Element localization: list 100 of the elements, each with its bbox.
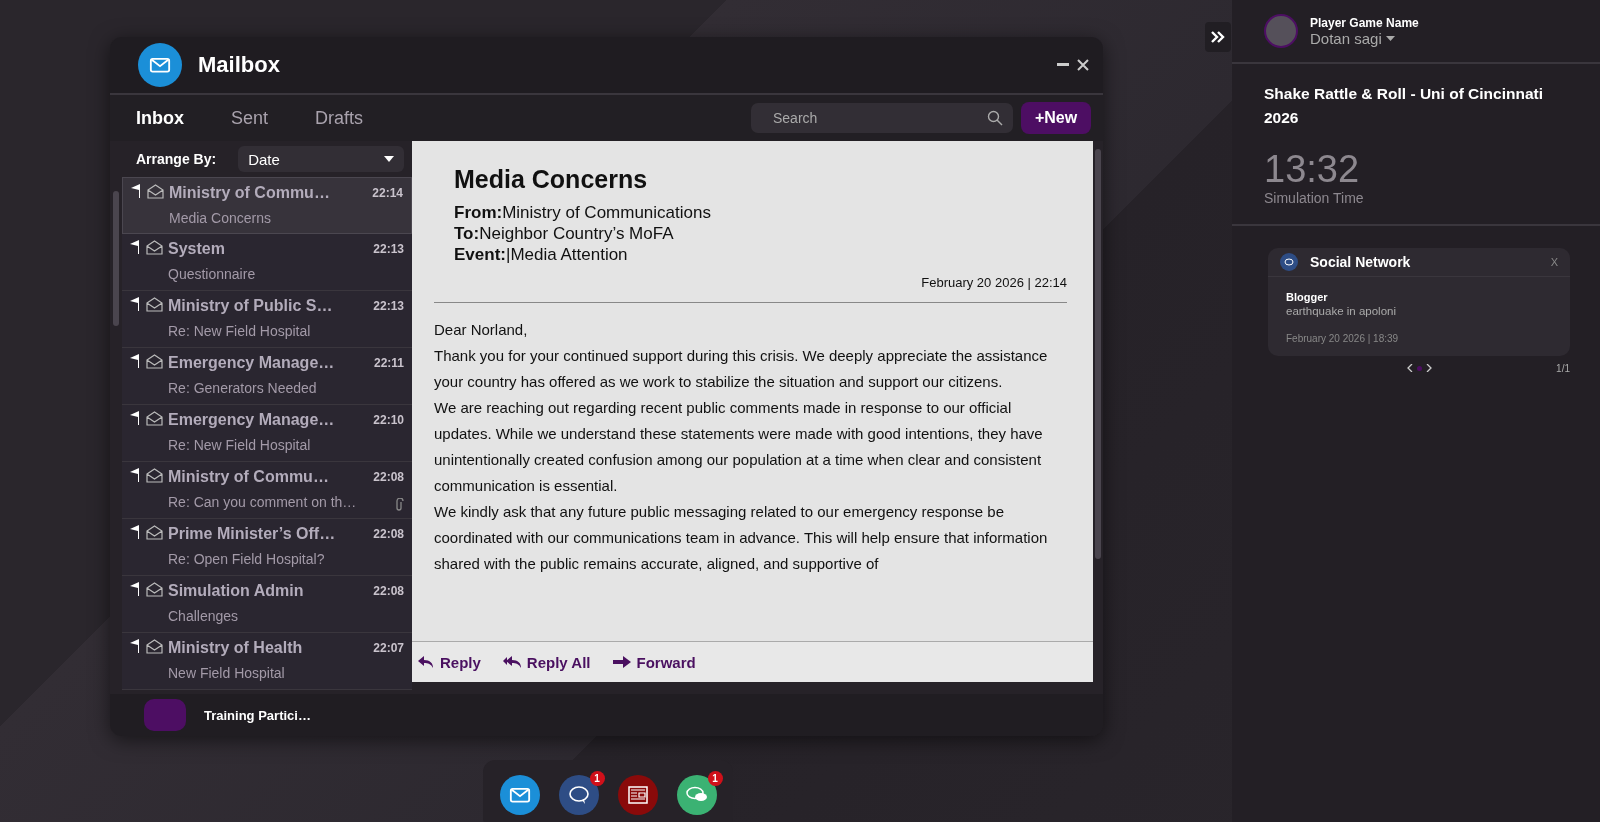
message-subject: Re: Can you comment on th… <box>168 494 358 512</box>
open-envelope-icon <box>146 639 163 654</box>
event-line: Event:|Media Attention <box>454 244 629 265</box>
folder-tab[interactable]: Sent <box>231 101 292 135</box>
simulation-time-label: Simulation Time <box>1232 190 1600 226</box>
participant-avatar <box>144 699 186 731</box>
message-sender: Ministry of Public S… <box>168 297 334 316</box>
flag-icon <box>130 525 140 539</box>
reply-all-button[interactable]: Reply All <box>502 653 591 671</box>
message-sender: Prime Minister’s Off… <box>168 525 337 544</box>
message-list-item[interactable]: Emergency Manage… 22:10 Re: New Field Hospital <box>122 405 412 462</box>
open-envelope-icon <box>146 468 163 483</box>
message-paragraph: We kindly ask that any future public messaging related to our emergency response be coordinated with our communications team in advance. This will help ensure that information shared with the public remains accurate, aligned, and supportive of <box>434 502 1049 574</box>
message-paragraph: Thank you for your continued support during this crisis. We deeply appreciate the assistance your country has offered as we work to stabilize the situation and support our citizens. <box>434 346 1049 392</box>
message-paragraph: Dear Norland, <box>434 320 529 340</box>
flag-icon <box>130 411 140 425</box>
message-title: Media Concerns <box>454 165 649 194</box>
message-sender: Ministry of Commu… <box>169 184 331 203</box>
open-envelope-icon <box>146 297 163 312</box>
scrollbar-thumb[interactable] <box>113 191 119 326</box>
message-subject: Questionnaire <box>168 266 257 284</box>
message-list-item[interactable]: Emergency Manage… 22:11 Re: Generators Needed <box>122 348 412 405</box>
message-list-item[interactable]: Simulation Admin 22:08 Challenges <box>122 576 412 633</box>
message-subject: Media Concerns <box>169 210 272 228</box>
flag-icon <box>130 639 140 653</box>
forward-arrow-icon <box>612 656 631 668</box>
flag-icon <box>130 582 140 596</box>
close-icon[interactable] <box>1077 59 1089 71</box>
simulation-clock: 13:32 <box>1263 147 1361 190</box>
close-button[interactable]: X <box>1550 256 1558 268</box>
flag-icon <box>130 468 140 482</box>
message-subject: Challenges <box>168 608 240 626</box>
message-time: 22:07 <box>372 640 404 657</box>
caret-icon <box>384 156 394 162</box>
message-time: 22:11 <box>372 355 404 372</box>
message-time: 22:13 <box>372 241 404 258</box>
arrange-by-dropdown[interactable]: Date <box>238 146 404 172</box>
notification-title: Social Network <box>1310 254 1412 270</box>
message-time: 22:14 <box>371 185 403 202</box>
message-sender: System <box>168 240 226 259</box>
message-subject: Re: Generators Needed <box>168 380 318 398</box>
reply-arrow-icon <box>418 656 434 668</box>
minimize-icon[interactable] <box>1057 63 1069 67</box>
open-envelope-icon <box>146 411 163 426</box>
page-count: 1/1 <box>1556 362 1570 374</box>
message-time: 22:13 <box>372 298 404 315</box>
message-sender: Emergency Manage… <box>168 354 336 373</box>
scrollbar-thumb[interactable] <box>1095 149 1101 559</box>
message-sender: Ministry of Commu… <box>168 468 330 487</box>
message-sender: Emergency Manage… <box>168 411 336 430</box>
flag-icon <box>130 240 140 254</box>
message-list-item[interactable]: Ministry of Public S… 22:13 Re: New Field Hospital <box>122 291 412 348</box>
double-chevron-icon <box>1211 31 1225 43</box>
participant-name: Training Partici… <box>204 707 311 723</box>
expand-button[interactable] <box>1205 22 1231 52</box>
chevron-right-icon[interactable] <box>1425 364 1432 372</box>
forward-button[interactable]: Forward <box>612 653 696 671</box>
folder-tab[interactable]: Inbox <box>136 101 207 135</box>
newspaper-icon <box>627 786 648 804</box>
mail-app-button[interactable] <box>499 775 540 815</box>
caret-icon <box>1385 35 1395 41</box>
chevron-left-icon[interactable] <box>1406 364 1413 372</box>
message-time: 22:08 <box>372 526 404 543</box>
message-date: February 20 2026 | 22:14 <box>920 275 1067 290</box>
speech-bubble-icon <box>567 785 590 805</box>
open-envelope-icon <box>146 582 163 597</box>
news-app-button[interactable] <box>617 775 658 815</box>
message-subject: Re: New Field Hospital <box>168 323 312 341</box>
open-envelope-icon <box>146 525 163 540</box>
reply-button[interactable]: Reply <box>418 653 481 671</box>
arrange-by-label: Arrange By: <box>136 151 217 167</box>
social-network-app-button[interactable] <box>558 775 599 815</box>
message-time: 22:08 <box>372 469 404 486</box>
message-paragraph: We are reaching out regarding recent public comments made in response to our official updates. While we understand these statements were made with good intentions, they have unintentionally created confusion among our population at a time when clear and consistent communication is essential. <box>434 398 1044 496</box>
message-list-item[interactable]: System 22:13 Questionnaire <box>122 234 412 291</box>
search-field[interactable]: Search <box>751 103 1013 133</box>
new-message-button[interactable]: +New <box>1021 102 1091 134</box>
player-name-dropdown[interactable]: Dotan sagi <box>1310 29 1419 47</box>
chat-bubbles-icon <box>685 786 708 804</box>
chat-app-button[interactable] <box>676 775 717 815</box>
message-subject: New Field Hospital <box>168 665 286 683</box>
folder-tab[interactable]: Drafts <box>315 101 387 135</box>
message-list-item[interactable]: Ministry of Commu… 22:14 Media Concerns <box>122 177 412 234</box>
page-dot[interactable] <box>1416 365 1422 371</box>
message-list-item[interactable]: Ministry of Commu… 22:08 Re: Can you comment on th… <box>122 462 412 519</box>
flag-icon <box>131 184 141 198</box>
window-title: Mailbox <box>198 52 281 78</box>
notification-text: earthquake in apoloni <box>1286 305 1397 317</box>
notification-date: February 20 2026 | 18:39 <box>1286 333 1400 344</box>
avatar-icon <box>1264 14 1298 48</box>
social-network-icon <box>1280 253 1298 271</box>
to-line: To:Neighbor Country’s MoFA <box>454 223 675 244</box>
search-icon <box>987 110 1003 126</box>
paperclip-icon <box>394 498 404 512</box>
message-list-item[interactable]: Ministry of Health 22:07 New Field Hospital <box>122 633 412 690</box>
message-subject: Re: Open Field Hospital? <box>168 551 326 569</box>
message-time: 22:08 <box>372 583 404 600</box>
message-list-item[interactable]: Prime Minister’s Off… 22:08 Re: Open Field Hospital? <box>122 519 412 576</box>
from-line: From:Ministry of Communications <box>454 202 712 223</box>
notification-author: Blogger <box>1286 291 1329 303</box>
